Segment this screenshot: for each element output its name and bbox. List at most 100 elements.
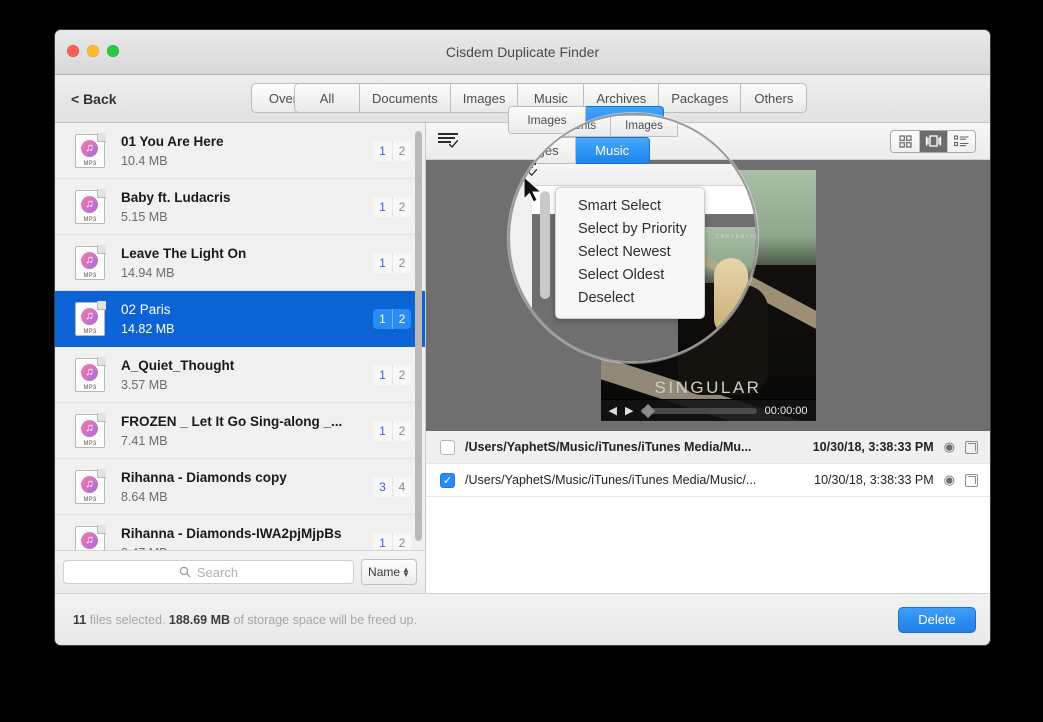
file-row[interactable]: ♫ MP3 02 Paris 14.82 MB 1 2 — [55, 291, 425, 347]
zoom-button[interactable] — [107, 45, 119, 57]
mp3-file-icon: ♫MP3 — [75, 300, 106, 336]
badge-selected-count: 1 — [379, 535, 386, 550]
scrubber-track[interactable] — [641, 403, 757, 418]
menu-item-deselect[interactable]: Deselect — [556, 287, 704, 310]
tab-others[interactable]: Others — [741, 83, 808, 113]
badge-total-count: 2 — [392, 308, 411, 329]
file-meta: Rihanna - Diamonds copy 8.64 MB — [121, 470, 373, 504]
badge-total-count: 2 — [392, 364, 411, 385]
file-row[interactable]: ♫ MP3 01 You Are Here 10.4 MB 1 2 — [55, 123, 425, 179]
preview-eye-icon[interactable]: ◉ — [944, 472, 955, 488]
badge-total-count: 2 — [392, 196, 411, 217]
badge-selected-count: 1 — [379, 255, 386, 270]
tab-all[interactable]: All — [294, 83, 360, 113]
file-row[interactable]: ♫ MP3 Baby ft. Ludacris 5.15 MB 1 2 — [55, 179, 425, 235]
path-row[interactable]: ✓ /Users/YaphetS/Music/iTunes/iTunes Medi… — [426, 464, 990, 497]
file-row[interactable]: ♫ MP3 FROZEN _ Let It Go Sing-along _... 7.… — [55, 403, 425, 459]
mp3-file-icon-label: MP3 — [83, 440, 97, 447]
sort-label: Name — [368, 565, 401, 579]
grid-icon — [898, 134, 912, 148]
close-button[interactable] — [67, 45, 79, 57]
file-size: 14.82 MB — [121, 321, 175, 336]
path-checkbox[interactable]: ✓ — [440, 472, 455, 488]
menu-item-select-oldest[interactable]: Select Oldest — [556, 264, 704, 287]
mag-toolbar-band — [510, 164, 756, 186]
reveal-in-finder-icon[interactable] — [965, 440, 978, 454]
titlebar: Cisdem Duplicate Finder — [55, 30, 990, 75]
scrubber-knob[interactable] — [641, 403, 656, 418]
file-size: 8.64 MB — [121, 489, 168, 504]
file-name: A_Quiet_Thought — [121, 357, 235, 373]
freed-size: 188.69 MB — [168, 612, 231, 627]
mag-album-figure — [714, 257, 748, 336]
delete-button[interactable]: Delete — [898, 606, 976, 633]
mag-subtab-music[interactable]: Music — [575, 137, 650, 164]
menu-item-select-newest[interactable]: Select Newest — [556, 241, 704, 264]
reveal-in-finder-icon[interactable] — [965, 473, 978, 487]
menu-item-select-by-priority[interactable]: Select by Priority — [556, 218, 704, 241]
back-button[interactable]: < Back — [71, 91, 117, 107]
mag-tab-images[interactable]: Images — [611, 115, 678, 137]
mag-sidebar-edge — [510, 186, 532, 361]
file-row[interactable]: ♫ MP3 Rihanna - Diamonds copy 8.64 MB 3 4 — [55, 459, 425, 515]
mag-tab-documents-partial[interactable]: Documents — [524, 115, 612, 137]
duplicate-file-list[interactable]: ♫ MP3 01 You Are Here 10.4 MB 1 2 ♫ MP3 Baby ft.… — [55, 123, 425, 550]
duplicate-path-list: /Users/YaphetS/Music/iTunes/iTunes Media… — [426, 431, 990, 497]
duplicate-count-badge: 12 — [373, 252, 411, 273]
album-wordmark: SINGULAR — [654, 378, 762, 398]
player-time: 00:00:00 — [764, 404, 808, 417]
file-row[interactable]: ♫MP3 Rihanna - Diamonds-IWA2pjMjpBs8.47 M… — [55, 515, 425, 550]
play-button[interactable]: ▶ — [625, 404, 633, 417]
mag-scrollbar-thumb[interactable] — [540, 191, 550, 299]
tab-documents[interactable]: Documents — [360, 83, 451, 113]
path-checkbox[interactable] — [440, 439, 455, 455]
file-size: 3.57 MB — [121, 377, 168, 392]
path-date: 10/30/18, 3:38:33 PM — [814, 473, 934, 487]
sidebar-scrollbar[interactable] — [415, 127, 422, 547]
mag-smart-select-icon[interactable] — [520, 163, 537, 177]
mp3-file-icon-label: MP3 — [83, 272, 97, 279]
file-name: Rihanna - Diamonds-IWA2pjMjpBs — [121, 525, 342, 541]
sidebar-footer: Search Name ▲ ▼ — [55, 550, 425, 593]
list-view-button[interactable] — [947, 130, 975, 152]
mp3-file-icon: ♫MP3 — [75, 132, 106, 168]
search-input[interactable]: Search — [63, 560, 354, 584]
file-row[interactable]: ♫ MP3 Leave The Light On 14.94 MB 1 2 — [55, 235, 425, 291]
mp3-file-icon-label: MP3 — [83, 384, 97, 391]
file-meta: 01 You Are Here 10.4 MB — [121, 134, 373, 168]
file-name: 01 You Are Here — [121, 133, 224, 149]
mag-subtab-images[interactable]: Images — [510, 137, 576, 164]
mp3-file-icon-label: MP3 — [83, 328, 97, 335]
mouse-cursor-icon — [524, 177, 543, 203]
duplicate-count-badge: 12 — [373, 532, 411, 550]
smart-select-icon[interactable] — [438, 133, 458, 149]
file-meta: Baby ft. Ludacris 5.15 MB — [121, 190, 373, 224]
file-meta: Leave The Light On 14.94 MB — [121, 246, 373, 280]
check-icon — [449, 140, 458, 149]
file-name: Baby ft. Ludacris — [121, 189, 231, 205]
selected-count: 11 — [73, 612, 87, 627]
previous-button[interactable]: ◀ — [609, 404, 617, 417]
grid-view-button[interactable] — [891, 130, 919, 152]
badge-selected-count: 1 — [379, 423, 386, 438]
file-size: 5.15 MB — [121, 209, 168, 224]
traffic-lights — [67, 45, 119, 57]
mp3-file-icon-label: MP3 — [83, 160, 97, 167]
duplicate-count-badge: 12 — [373, 308, 411, 329]
sort-dropdown[interactable]: Name ▲ ▼ — [361, 559, 417, 585]
status-summary: 11 files selected. 188.69 MB of storage … — [73, 613, 417, 627]
window-title: Cisdem Duplicate Finder — [445, 44, 600, 60]
file-row[interactable]: ♫ MP3 A_Quiet_Thought 3.57 MB 1 2 — [55, 347, 425, 403]
file-name: FROZEN _ Let It Go Sing-along _... — [121, 413, 343, 429]
select-context-menu[interactable]: Smart Select Select by Priority Select N… — [555, 187, 705, 319]
preview-eye-icon[interactable]: ◉ — [944, 439, 955, 455]
tab-packages[interactable]: Packages — [659, 83, 742, 113]
coverflow-view-button[interactable] — [919, 130, 947, 152]
file-meta: 02 Paris 14.82 MB — [121, 302, 373, 336]
minimize-button[interactable] — [87, 45, 99, 57]
sidebar-scrollbar-thumb[interactable] — [415, 131, 422, 541]
path-row[interactable]: /Users/YaphetS/Music/iTunes/iTunes Media… — [426, 431, 990, 464]
badge-selected-count: 3 — [379, 479, 386, 494]
badge-selected-count: 1 — [379, 199, 386, 214]
menu-item-smart-select[interactable]: Smart Select — [556, 195, 704, 218]
